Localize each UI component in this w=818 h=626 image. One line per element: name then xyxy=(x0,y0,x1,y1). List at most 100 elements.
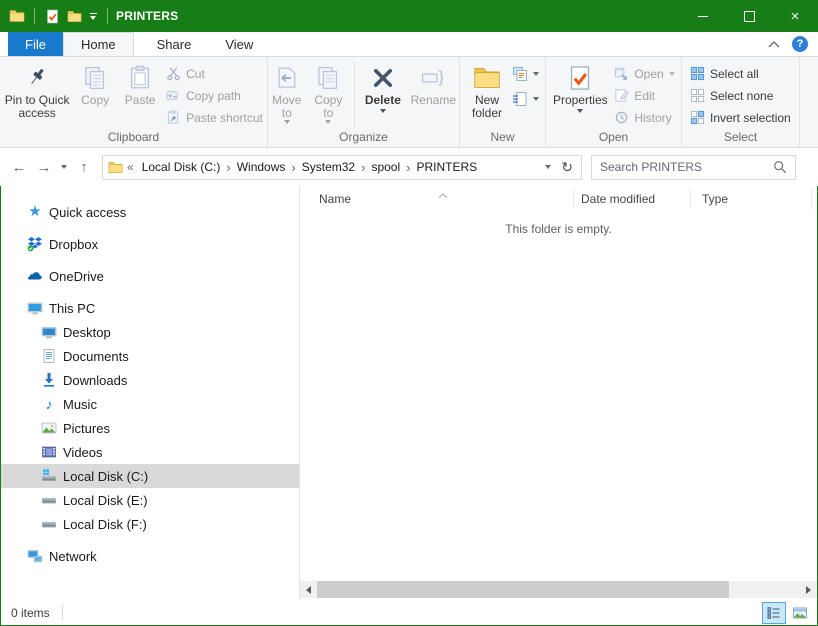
invert-selection-button[interactable]: Invert selection xyxy=(690,108,791,127)
sidebar-item-pictures[interactable]: Pictures xyxy=(1,416,299,440)
scrollbar-thumb[interactable] xyxy=(317,581,729,598)
sidebar-item-videos[interactable]: Videos xyxy=(1,440,299,464)
address-bar[interactable]: « Local Disk (C:)›Windows›System32›spool… xyxy=(102,155,582,180)
sidebar-item-label: Quick access xyxy=(49,205,126,220)
sidebar-item-local-disk-e[interactable]: Local Disk (E:) xyxy=(1,488,299,512)
maximize-button[interactable] xyxy=(726,0,772,32)
music-icon: ♪ xyxy=(41,396,57,412)
paste-button: Paste xyxy=(120,60,160,107)
sidebar-item-label: Desktop xyxy=(63,325,111,340)
sidebar-item-label: OneDrive xyxy=(49,269,104,284)
address-dropdown-icon[interactable] xyxy=(545,165,551,169)
cloud-icon xyxy=(27,268,43,284)
move-to-icon xyxy=(274,62,300,94)
new-item-dropdown-icon xyxy=(533,72,539,76)
history-icon xyxy=(614,110,629,125)
minimize-button[interactable] xyxy=(680,0,726,32)
sidebar-item-onedrive[interactable]: OneDrive xyxy=(1,264,299,288)
close-button[interactable]: × xyxy=(772,0,818,32)
sidebar-item-local-disk-f[interactable]: Local Disk (F:) xyxy=(1,512,299,536)
sidebar-item-documents[interactable]: Documents xyxy=(1,344,299,368)
back-icon[interactable]: ← xyxy=(8,159,30,176)
minimize-icon xyxy=(698,16,708,17)
search-input[interactable] xyxy=(592,160,773,174)
sidebar-item-downloads[interactable]: Downloads xyxy=(1,368,299,392)
properties-button[interactable]: Properties xyxy=(552,60,608,113)
scroll-right-icon[interactable] xyxy=(800,581,817,598)
refresh-icon[interactable]: ↻ xyxy=(561,159,573,176)
group-divider xyxy=(354,62,355,128)
pc-icon xyxy=(27,300,43,316)
breadcrumb: Local Disk (C:)›Windows›System32›spool›P… xyxy=(136,160,483,175)
scroll-left-icon[interactable] xyxy=(300,581,317,598)
picture-icon xyxy=(41,420,57,436)
edit-icon xyxy=(614,88,629,103)
sidebar-item-label: Dropbox xyxy=(49,237,98,252)
sidebar-item-label: Pictures xyxy=(63,421,110,436)
copy-to-icon xyxy=(315,62,341,94)
ribbon-group-open: Properties Open Edit xyxy=(546,57,682,147)
sidebar-item-label: Local Disk (F:) xyxy=(63,517,147,532)
group-label-select: Select xyxy=(682,130,799,147)
app-folder-icon[interactable] xyxy=(6,4,28,28)
cut-button: Cut xyxy=(166,64,263,83)
breadcrumb-segment[interactable]: Local Disk (C:) xyxy=(136,160,227,174)
close-icon: × xyxy=(791,9,800,24)
pin-to-quick-access-button[interactable]: Pin to Quick access xyxy=(4,60,70,120)
tab-view[interactable]: View xyxy=(208,32,270,56)
paste-shortcut-icon xyxy=(166,110,181,125)
column-header-type[interactable]: Type xyxy=(691,189,812,209)
sidebar-item-dropbox[interactable]: Dropbox xyxy=(1,232,299,256)
sidebar-item-desktop[interactable]: Desktop xyxy=(1,320,299,344)
sidebar-item-music[interactable]: ♪Music xyxy=(1,392,299,416)
copy-button: Copy xyxy=(76,60,114,107)
download-icon xyxy=(41,372,57,388)
ribbon-group-new: New folder New xyxy=(460,57,546,147)
dropbox-icon xyxy=(27,236,43,252)
disk-icon xyxy=(41,492,57,508)
delete-dropdown-icon xyxy=(380,109,386,113)
horizontal-scrollbar[interactable] xyxy=(300,581,817,598)
delete-button[interactable]: Delete xyxy=(362,60,404,113)
sidebar-item-label: Local Disk (E:) xyxy=(63,493,148,508)
easy-access-button[interactable] xyxy=(512,89,539,108)
breadcrumb-segment[interactable]: PRINTERS xyxy=(410,160,483,174)
tab-file[interactable]: File xyxy=(8,32,63,56)
tab-share[interactable]: Share xyxy=(140,32,209,56)
new-folder-button[interactable]: New folder xyxy=(466,60,508,120)
select-none-button[interactable]: Select none xyxy=(690,86,791,105)
select-all-button[interactable]: Select all xyxy=(690,64,791,83)
breadcrumb-segment[interactable]: spool xyxy=(365,160,406,174)
recent-locations-icon[interactable] xyxy=(58,165,70,169)
network-icon xyxy=(27,548,43,564)
column-header-name[interactable]: Name xyxy=(300,189,574,209)
document-icon xyxy=(41,348,57,364)
group-label-organize: Organize xyxy=(268,130,459,147)
column-header-date-modified[interactable]: Date modified xyxy=(574,189,691,209)
sidebar-item-network[interactable]: Network xyxy=(1,544,299,568)
move-to-button: Move to xyxy=(268,60,306,124)
sidebar-item-this-pc[interactable]: This PC xyxy=(1,296,299,320)
help-icon[interactable]: ? xyxy=(792,36,808,52)
breadcrumb-segment[interactable]: Windows xyxy=(231,160,292,174)
tab-home[interactable]: Home xyxy=(63,32,134,56)
easy-access-icon xyxy=(512,91,528,107)
collapse-ribbon-icon[interactable] xyxy=(768,41,780,48)
sidebar-item-local-disk-c[interactable]: Local Disk (C:) xyxy=(1,464,299,488)
search-icon[interactable] xyxy=(773,160,795,174)
sidebar-item-quick-access[interactable]: ★Quick access xyxy=(1,200,299,224)
breadcrumb-segment[interactable]: System32 xyxy=(296,160,361,174)
qat-customize-chevron-icon[interactable] xyxy=(85,4,101,28)
up-icon[interactable]: ↑ xyxy=(73,159,95,176)
qat-new-folder-icon[interactable] xyxy=(63,4,85,28)
title-bar: PRINTERS × xyxy=(0,0,818,32)
details-view-button[interactable] xyxy=(762,602,786,624)
breadcrumb-collapsed[interactable]: « xyxy=(127,160,134,174)
qat-properties-icon[interactable] xyxy=(41,4,63,28)
properties-dropdown-icon xyxy=(577,109,583,113)
address-bar-row: ← → ↑ « Local Disk (C:)›Windows›System32… xyxy=(0,148,818,186)
new-item-button[interactable] xyxy=(512,64,539,83)
thumbnails-view-button[interactable] xyxy=(788,602,812,624)
forward-icon[interactable]: → xyxy=(33,159,55,176)
group-label-open: Open xyxy=(546,130,681,147)
